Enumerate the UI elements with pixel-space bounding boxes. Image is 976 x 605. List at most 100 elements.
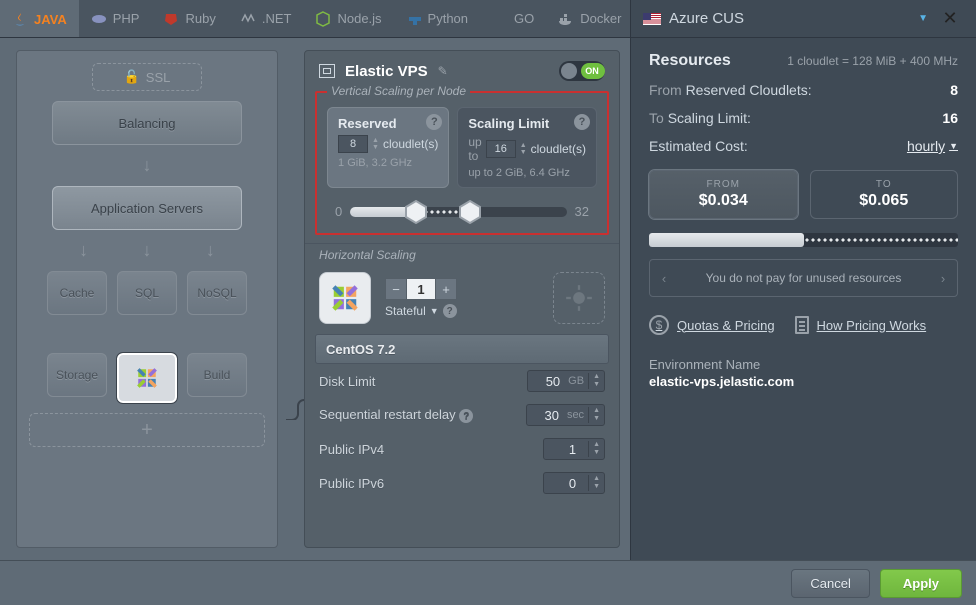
limit-unit: cloudlet(s) [531, 142, 586, 156]
price-bar [649, 233, 958, 247]
help-icon[interactable]: ? [426, 114, 442, 130]
limit-input[interactable] [486, 140, 516, 158]
tab-ruby-label: Ruby [185, 11, 215, 26]
reserved-unit: cloudlet(s) [383, 137, 438, 151]
reserved-handle[interactable] [404, 200, 428, 224]
node-icon [315, 11, 331, 27]
cost-to-label: TO [876, 179, 892, 190]
period-label: hourly [907, 138, 945, 154]
chevron-down-icon: ▼ [949, 141, 958, 151]
reserved-input[interactable] [338, 135, 368, 153]
restart-delay-value: 30 [527, 408, 563, 423]
decrement-button[interactable]: − [385, 278, 407, 300]
tab-dotnet[interactable]: .NET [228, 0, 304, 37]
centos-icon [133, 364, 161, 392]
tab-php[interactable]: PHP [79, 0, 152, 37]
add-block-button[interactable]: + [29, 413, 265, 447]
limit-spinner[interactable]: ▲▼ [520, 142, 527, 156]
dotnet-icon [240, 11, 256, 27]
storage-label: Storage [56, 368, 98, 382]
reserved-cloudlets-label: Reserved Cloudlets: [686, 82, 812, 98]
tab-docker[interactable]: Docker [546, 0, 633, 37]
edit-icon[interactable]: ✎ [438, 64, 448, 78]
carousel-prev[interactable]: ‹ [650, 271, 678, 286]
reserved-spinner[interactable]: ▲▼ [372, 137, 379, 151]
disk-limit-spinner[interactable]: ▲▼ [588, 373, 604, 389]
restart-delay-label: Sequential restart delay [319, 407, 456, 422]
cloudlet-slider[interactable] [350, 207, 566, 217]
tab-java[interactable]: JAVA [0, 0, 79, 37]
ipv6-value: 0 [544, 476, 580, 491]
us-flag-icon [643, 13, 661, 25]
disk-limit-label: Disk Limit [319, 374, 375, 389]
resources-panel: Azure CUS ▼ ✕ Resources 1 cloudlet = 128… [630, 0, 976, 560]
region-select[interactable]: Azure CUS ▼ [643, 10, 928, 27]
toggle-knob [561, 63, 577, 79]
cache-block[interactable]: Cache [47, 271, 107, 315]
disk-limit-value: 50 [528, 374, 564, 389]
balancing-label: Balancing [118, 116, 175, 131]
dialog-footer: Cancel Apply [0, 560, 976, 605]
lock-icon: 🔓 [124, 69, 140, 85]
nosql-block[interactable]: NoSQL [187, 271, 247, 315]
cancel-label: Cancel [810, 576, 850, 591]
tab-php-label: PHP [113, 11, 140, 26]
tab-ruby[interactable]: Ruby [151, 0, 227, 37]
stateful-select[interactable]: Stateful ▼ ? [385, 304, 457, 318]
arrow-down-icon: ↓ [79, 240, 88, 261]
how-pricing-label: How Pricing Works [817, 318, 927, 333]
limit-handle[interactable] [458, 200, 482, 224]
node-icon-box[interactable] [319, 272, 371, 324]
how-pricing-link[interactable]: How Pricing Works [795, 315, 927, 335]
help-icon[interactable]: ? [574, 114, 590, 130]
ssl-button[interactable]: 🔓 SSL [92, 63, 202, 91]
ipv4-input[interactable]: 1 ▲▼ [543, 438, 605, 460]
limit-detail-prefix: up to [468, 167, 492, 179]
apply-button[interactable]: Apply [880, 569, 962, 598]
ipv4-spinner[interactable]: ▲▼ [588, 441, 604, 457]
ssl-label: SSL [146, 70, 171, 85]
quotas-pricing-link[interactable]: $ Quotas & Pricing [649, 315, 775, 335]
restart-delay-spinner[interactable]: ▲▼ [588, 407, 604, 423]
limit-title: Scaling Limit [468, 116, 586, 131]
appservers-block[interactable]: Application Servers [52, 186, 242, 230]
balancing-block[interactable]: Balancing [52, 101, 242, 145]
disk-limit-input[interactable]: 50 GB ▲▼ [527, 370, 605, 392]
vps-toggle[interactable]: ON [559, 61, 605, 81]
tab-node[interactable]: Node.js [303, 0, 393, 37]
vps-block-selected[interactable] [117, 353, 177, 403]
ipv6-spinner[interactable]: ▲▼ [588, 475, 604, 491]
sql-block[interactable]: SQL [117, 271, 177, 315]
carousel-next[interactable]: › [929, 271, 957, 286]
os-label: CentOS 7.2 [326, 342, 395, 357]
increment-button[interactable]: + [435, 278, 457, 300]
gear-icon [565, 284, 593, 312]
vscale-heading: Vertical Scaling per Node [327, 84, 470, 98]
hscale-heading: Horizontal Scaling [305, 243, 619, 262]
add-node-placeholder[interactable] [553, 272, 605, 324]
disk-limit-unit: GB [564, 375, 588, 387]
python-icon [406, 11, 422, 27]
slider-max: 32 [575, 204, 589, 219]
arrow-down-icon: ↓ [142, 240, 151, 261]
quotas-label: Quotas & Pricing [677, 318, 775, 333]
help-icon[interactable]: ? [443, 304, 457, 318]
node-count-stepper: − 1 + [385, 278, 457, 300]
tab-go[interactable]: GO [480, 0, 546, 37]
docker-icon [558, 11, 574, 27]
dollar-icon: $ [649, 315, 669, 335]
restart-delay-input[interactable]: 30 sec ▲▼ [526, 404, 605, 426]
ipv6-input[interactable]: 0 ▲▼ [543, 472, 605, 494]
os-select[interactable]: CentOS 7.2 [315, 334, 609, 364]
storage-block[interactable]: Storage [47, 353, 107, 397]
chevron-down-icon: ▼ [918, 13, 928, 24]
build-block[interactable]: Build [187, 353, 247, 397]
scaling-limit-label: Scaling Limit: [668, 110, 751, 126]
close-button[interactable]: ✕ [936, 8, 964, 29]
plus-icon: + [141, 419, 153, 442]
tab-python[interactable]: Python [394, 0, 480, 37]
period-select[interactable]: hourly ▼ [907, 138, 958, 154]
cancel-button[interactable]: Cancel [791, 569, 869, 598]
help-icon[interactable]: ? [459, 409, 473, 423]
carousel-message: You do not pay for unused resources [678, 271, 929, 285]
